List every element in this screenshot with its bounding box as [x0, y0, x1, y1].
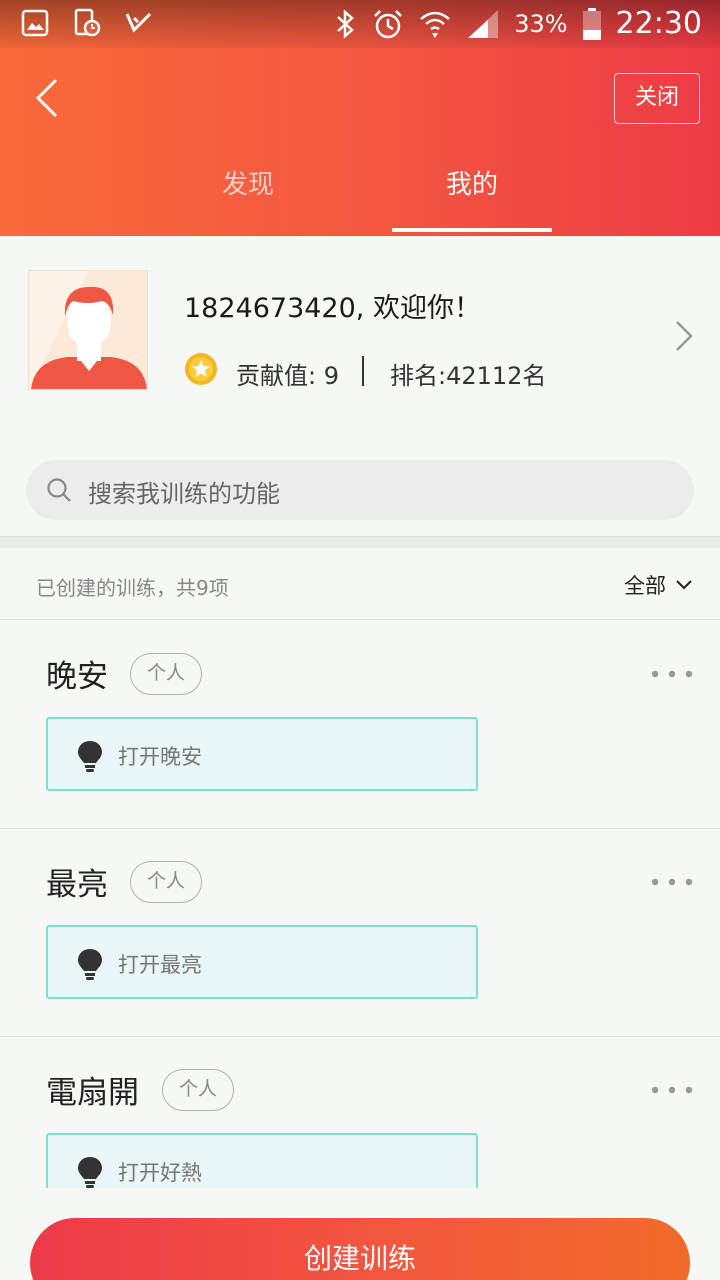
- signal-icon: [468, 9, 499, 38]
- command-card[interactable]: 打开晚安: [46, 717, 478, 791]
- more-options-icon[interactable]: [650, 877, 694, 887]
- default-avatar-icon: [30, 271, 147, 389]
- rank-value: 排名:42112名: [390, 362, 547, 390]
- item-tag: 个人: [130, 861, 203, 903]
- more-options-icon[interactable]: [650, 669, 694, 679]
- status-bar: 33% 22:30: [0, 0, 720, 48]
- avatar[interactable]: [28, 270, 148, 390]
- command-card[interactable]: 打开最亮: [46, 925, 478, 999]
- search-placeholder: 搜索我训练的功能: [88, 480, 280, 508]
- gallery-notification-icon: [21, 9, 49, 37]
- filter-label: 全部: [624, 574, 666, 598]
- lightbulb-icon: [78, 949, 102, 980]
- item-title: 電扇開: [46, 1075, 139, 1111]
- chevron-right-icon[interactable]: [672, 318, 696, 354]
- command-text: 打开最亮: [118, 953, 202, 977]
- item-tag: 个人: [162, 1069, 235, 1111]
- item-title: 最亮: [46, 867, 108, 903]
- battery-icon: [582, 7, 601, 40]
- greeting-text: 1824673420, 欢迎你！: [184, 293, 481, 324]
- item-tag: 个人: [130, 653, 203, 695]
- close-button[interactable]: 关闭: [614, 73, 700, 124]
- list-header: 已创建的训练，共9项 全部: [0, 548, 720, 620]
- chevron-down-icon: [676, 580, 692, 590]
- medal-star-icon: [185, 353, 217, 385]
- task-check-notification-icon: [125, 12, 152, 33]
- tab-discover[interactable]: 发现: [168, 164, 328, 201]
- command-text: 打开好熱: [118, 1161, 202, 1185]
- battery-percent: 33%: [514, 9, 568, 38]
- lightbulb-icon: [78, 1157, 102, 1188]
- lightbulb-icon: [78, 741, 102, 772]
- clock: 22:30: [615, 6, 702, 41]
- alarm-icon: [374, 9, 403, 38]
- stat-divider: [362, 356, 364, 386]
- item-title: 晚安: [46, 659, 108, 695]
- list-item[interactable]: 晚安 个人 打开晚安: [0, 621, 720, 829]
- back-chevron-icon[interactable]: [28, 76, 68, 120]
- command-text: 打开晚安: [118, 745, 202, 769]
- header: 33% 22:30 关闭 发现 我的: [0, 0, 720, 236]
- screen-time-notification-icon: [74, 8, 101, 37]
- active-tab-indicator: [392, 228, 552, 232]
- wifi-icon: [420, 11, 451, 38]
- filter-dropdown[interactable]: 全部: [624, 570, 692, 600]
- list-item[interactable]: 最亮 个人 打开最亮: [0, 829, 720, 1037]
- more-options-icon[interactable]: [650, 1085, 694, 1095]
- search-input[interactable]: 搜索我训练的功能: [26, 460, 694, 520]
- create-training-button[interactable]: 创建训练: [30, 1218, 690, 1280]
- section-divider: [0, 536, 720, 548]
- search-icon: [47, 478, 71, 502]
- training-count: 已创建的训练，共9项: [36, 576, 229, 600]
- tab-mine[interactable]: 我的: [392, 164, 552, 201]
- profile-card[interactable]: 1824673420, 欢迎你！ 贡献值: 9 排名:42112名 搜索我训练的…: [0, 246, 720, 536]
- contribution-value: 贡献值: 9: [236, 362, 339, 390]
- bluetooth-icon: [337, 8, 355, 39]
